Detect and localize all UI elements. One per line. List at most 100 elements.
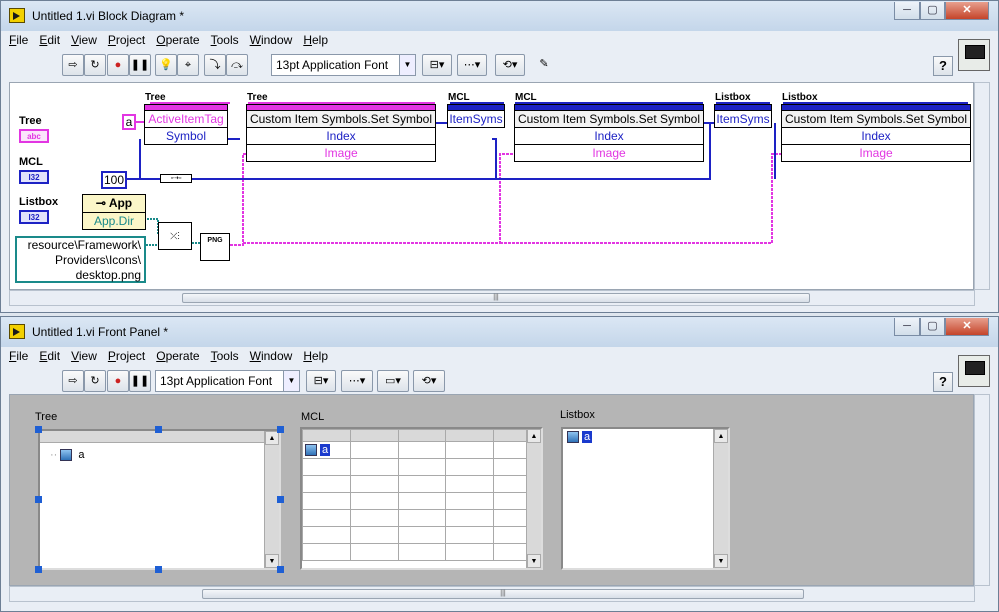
tree-terminal[interactable]: abc — [19, 129, 49, 143]
font-select[interactable]: 13pt Application Font ▼ — [271, 54, 416, 76]
maximize-button[interactable]: ▢ — [920, 2, 945, 20]
align-objects-icon[interactable]: ⊟▾ — [306, 370, 336, 392]
menu-tools[interactable]: Tools — [211, 349, 239, 363]
close-button[interactable]: ✕ — [945, 318, 989, 336]
highlight-execution-icon[interactable]: 💡 — [155, 54, 177, 76]
tree-control[interactable]: ·· a ▲ ▼ — [38, 429, 281, 570]
run-arrow-icon[interactable]: ⇨ — [62, 54, 84, 76]
resize-objects-icon[interactable]: ▭▾ — [377, 370, 409, 392]
run-continuously-icon[interactable]: ↻ — [84, 370, 106, 392]
scroll-up-icon[interactable]: ▲ — [527, 429, 541, 443]
front-panel-canvas[interactable]: Tree ·· a ▲ ▼ MCL a ▲ ▼ Listbox a ▲ ▼ — [9, 394, 974, 586]
front-panel-vertical-scrollbar[interactable] — [974, 394, 990, 586]
abort-icon[interactable]: ● — [107, 54, 129, 76]
table-row[interactable] — [302, 475, 541, 493]
build-path-node[interactable]: ⤫⋮ — [158, 222, 192, 250]
minimize-button[interactable]: ─ — [894, 318, 920, 336]
pause-icon[interactable]: ❚❚ — [129, 370, 151, 392]
menu-window[interactable]: Window — [250, 33, 293, 47]
index-constant[interactable]: 100 — [101, 171, 127, 189]
context-help-button[interactable]: ? — [933, 372, 953, 392]
block-diagram-canvas[interactable]: Tree abc MCL I32 Listbox I32 a 100 ▫⇢▫ ⊸… — [9, 82, 974, 290]
list-item[interactable]: a — [567, 431, 593, 444]
selection-handle[interactable] — [35, 426, 42, 433]
selection-handle[interactable] — [277, 496, 284, 503]
menu-view[interactable]: View — [71, 33, 97, 47]
distribute-objects-icon[interactable]: ⋯▾ — [341, 370, 373, 392]
chevron-down-icon[interactable]: ▼ — [283, 371, 299, 391]
menu-edit[interactable]: Edit — [39, 349, 60, 363]
tree-invoke-node[interactable]: Custom Item Symbols.Set Symbol Index Ima… — [246, 104, 436, 162]
front-panel-horizontal-scrollbar[interactable]: ||| — [9, 586, 975, 602]
table-row[interactable] — [302, 458, 541, 476]
selection-handle[interactable] — [277, 426, 284, 433]
table-row[interactable] — [302, 492, 541, 510]
selection-handle[interactable] — [155, 566, 162, 573]
menu-view[interactable]: View — [71, 349, 97, 363]
block-diagram-vertical-scrollbar[interactable] — [974, 82, 990, 290]
run-continuously-icon[interactable]: ↻ — [84, 54, 106, 76]
string-constant-a[interactable]: a — [122, 114, 136, 130]
pause-icon[interactable]: ❚❚ — [129, 54, 151, 76]
listbox-control[interactable]: a ▲ ▼ — [561, 427, 730, 570]
run-arrow-icon[interactable]: ⇨ — [62, 370, 84, 392]
path-constant[interactable]: resource\Framework\ Providers\Icons\ des… — [15, 236, 146, 283]
scroll-down-icon[interactable]: ▼ — [714, 554, 728, 568]
selection-handle[interactable] — [35, 496, 42, 503]
menu-file[interactable]: File — [9, 349, 28, 363]
scroll-up-icon[interactable]: ▲ — [714, 429, 728, 443]
scroll-thumb[interactable]: ||| — [182, 293, 810, 303]
app-property-node[interactable]: ⊸ App App.Dir — [82, 194, 146, 230]
menu-project[interactable]: Project — [108, 33, 145, 47]
maximize-button[interactable]: ▢ — [920, 318, 945, 336]
menu-tools[interactable]: Tools — [211, 33, 239, 47]
retain-wire-values-icon[interactable]: ⌖ — [177, 54, 199, 76]
chevron-down-icon[interactable]: ▼ — [399, 55, 415, 75]
table-row[interactable] — [302, 509, 541, 527]
selection-handle[interactable] — [155, 426, 162, 433]
reorder-icon[interactable]: ⟲▾ — [495, 54, 525, 76]
vi-icon-pane[interactable] — [958, 355, 990, 387]
step-into-icon[interactable]: ⤵ — [204, 54, 226, 76]
reorder-icon[interactable]: ⟲▾ — [413, 370, 445, 392]
menu-file[interactable]: File — [9, 33, 28, 47]
scroll-down-icon[interactable]: ▼ — [527, 554, 541, 568]
mcl-vertical-scrollbar[interactable]: ▲ ▼ — [526, 429, 541, 568]
menu-operate[interactable]: Operate — [156, 349, 199, 363]
table-row[interactable] — [302, 526, 541, 544]
block-diagram-horizontal-scrollbar[interactable]: ||| — [9, 290, 975, 306]
listbox-terminal[interactable]: I32 — [19, 210, 49, 224]
block-diagram-titlebar[interactable]: Untitled 1.vi Block Diagram * ─ ▢ ✕ — [1, 1, 998, 31]
menu-project[interactable]: Project — [108, 349, 145, 363]
abort-icon[interactable]: ● — [107, 370, 129, 392]
mcl-cell[interactable]: a — [302, 441, 352, 459]
clean-up-diagram-icon[interactable]: ✎ — [531, 54, 557, 76]
font-select[interactable]: 13pt Application Font ▼ — [155, 370, 300, 392]
distribute-objects-icon[interactable]: ⋯▾ — [457, 54, 487, 76]
mcl-invoke-node[interactable]: Custom Item Symbols.Set Symbol Index Ima… — [514, 104, 704, 162]
menu-edit[interactable]: Edit — [39, 33, 60, 47]
context-help-button[interactable]: ? — [933, 56, 953, 76]
listbox-property-node[interactable]: ItemSyms — [714, 104, 772, 128]
align-objects-icon[interactable]: ⊟▾ — [422, 54, 452, 76]
menu-help[interactable]: Help — [303, 33, 328, 47]
front-panel-titlebar[interactable]: Untitled 1.vi Front Panel * ─ ▢ ✕ — [1, 317, 998, 347]
menu-help[interactable]: Help — [303, 349, 328, 363]
vi-icon-pane[interactable] — [958, 39, 990, 71]
scroll-up-icon[interactable]: ▲ — [265, 431, 279, 445]
step-over-icon[interactable]: ⤼ — [226, 54, 248, 76]
mcl-terminal[interactable]: I32 — [19, 170, 49, 184]
menu-operate[interactable]: Operate — [156, 33, 199, 47]
selection-handle[interactable] — [35, 566, 42, 573]
scroll-thumb[interactable]: ||| — [202, 589, 804, 599]
read-png-node[interactable]: PNG — [200, 233, 230, 261]
mcl-property-node[interactable]: ItemSyms — [447, 104, 505, 128]
selection-handle[interactable] — [277, 566, 284, 573]
tree-item[interactable]: ·· a — [50, 449, 85, 462]
multicolumn-listbox[interactable]: a ▲ ▼ — [300, 427, 543, 570]
table-row[interactable]: a — [302, 441, 541, 459]
tree-property-node[interactable]: ActiveItemTag Symbol — [144, 104, 228, 145]
close-button[interactable]: ✕ — [945, 2, 989, 20]
menu-window[interactable]: Window — [250, 349, 293, 363]
minimize-button[interactable]: ─ — [894, 2, 920, 20]
